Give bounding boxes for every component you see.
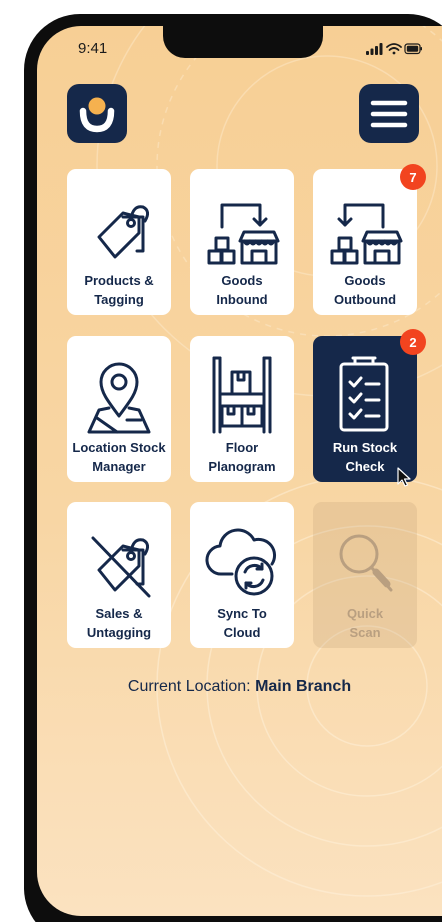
hamburger-menu-icon bbox=[370, 100, 408, 128]
status-time: 9:41 bbox=[78, 40, 108, 57]
brand-smile-logo-icon bbox=[79, 97, 115, 133]
brand-logo-button[interactable] bbox=[67, 84, 127, 143]
signal-icon bbox=[366, 43, 383, 55]
mouse-cursor-icon bbox=[397, 467, 411, 487]
battery-icon bbox=[404, 43, 422, 55]
checklist-clipboard-icon bbox=[339, 356, 389, 432]
tile-floor-planogram[interactable]: Floor Planogram bbox=[190, 336, 294, 482]
location-label: Current Location: bbox=[127, 678, 256, 695]
goods-inbound-icon bbox=[207, 203, 280, 265]
location-value: Main Branch bbox=[255, 678, 352, 695]
tile-products-tagging[interactable]: Products & Tagging bbox=[67, 169, 171, 315]
current-location: Current Location: Main Branch bbox=[37, 678, 442, 696]
tile-label: Run Stock Check bbox=[332, 440, 398, 474]
tile-label: Goods Inbound bbox=[216, 273, 268, 307]
goods-outbound-icon bbox=[330, 203, 403, 265]
shelf-icon bbox=[212, 356, 272, 434]
tile-label: Sync To Cloud bbox=[217, 606, 267, 640]
tile-sales-untagging[interactable]: Sales & Untagging bbox=[67, 502, 171, 648]
wifi-icon bbox=[386, 43, 402, 55]
untag-icon bbox=[91, 536, 151, 598]
magnifier-icon bbox=[339, 534, 393, 592]
tile-goods-outbound[interactable]: Goods Outbound bbox=[313, 169, 417, 315]
tile-label: Products & Tagging bbox=[84, 273, 154, 307]
tile-goods-inbound[interactable]: Goods Inbound bbox=[190, 169, 294, 315]
tile-label: Sales & Untagging bbox=[86, 606, 152, 640]
notch bbox=[163, 26, 323, 58]
tile-run-stock-check[interactable]: Run Stock Check bbox=[313, 336, 417, 482]
cloud-sync-icon bbox=[205, 528, 277, 596]
price-tags-icon bbox=[97, 205, 150, 259]
tile-label: Goods Outbound bbox=[333, 273, 397, 307]
tile-label: Floor Planogram bbox=[208, 440, 276, 474]
tile-quick-scan: Quick Scan bbox=[313, 502, 417, 648]
tile-location-stock-manager[interactable]: Location Stock Manager bbox=[67, 336, 171, 482]
map-pin-icon bbox=[87, 362, 151, 434]
status-icons bbox=[366, 43, 422, 55]
notification-badge-outbound: 7 bbox=[400, 164, 426, 190]
notification-badge-stock-check: 2 bbox=[400, 329, 426, 355]
tile-sync-to-cloud[interactable]: Sync To Cloud bbox=[190, 502, 294, 648]
tile-label: Quick Scan bbox=[346, 606, 384, 640]
tile-label: Location Stock Manager bbox=[72, 440, 166, 474]
menu-button[interactable] bbox=[359, 84, 419, 143]
